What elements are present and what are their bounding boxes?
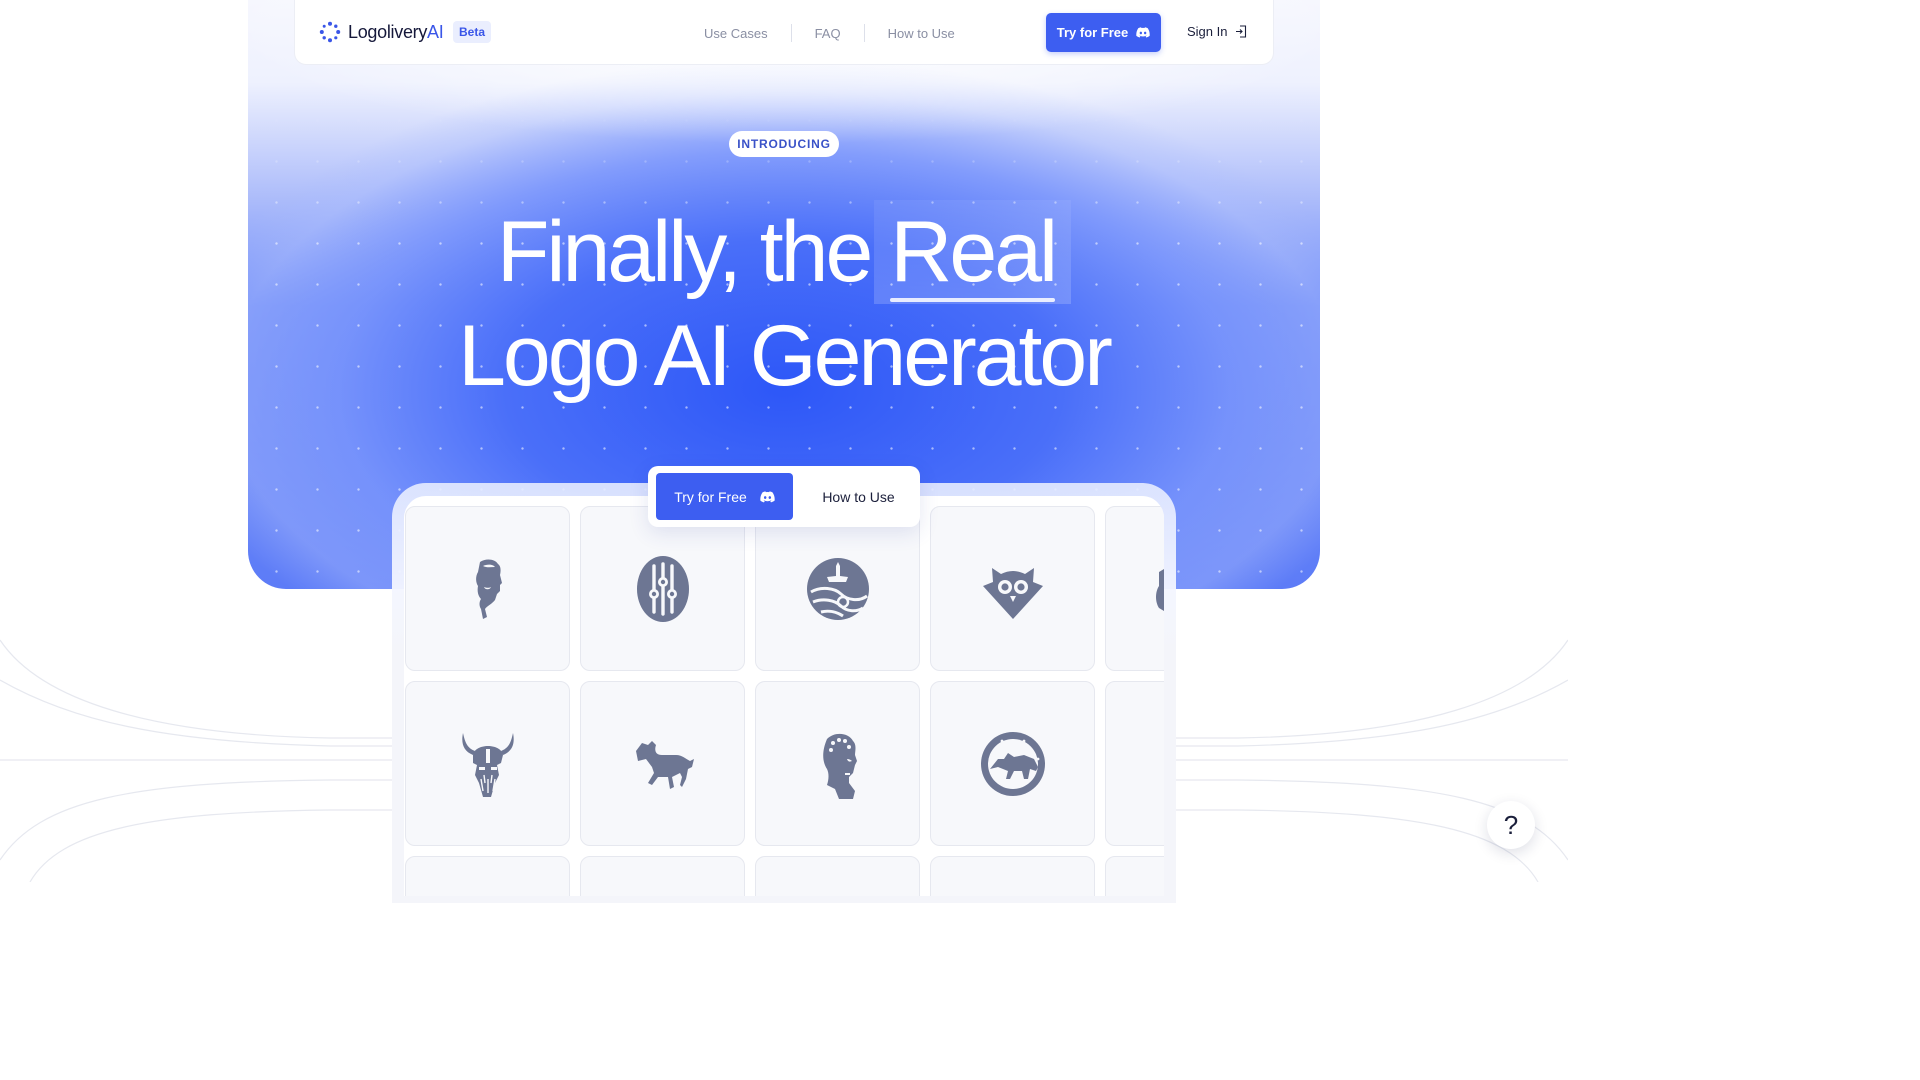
ship-wave-logo-icon xyxy=(806,557,869,620)
gallery-tile-partial-2[interactable] xyxy=(1105,681,1164,846)
owl-shield-logo-icon xyxy=(982,567,1043,619)
sign-in-icon xyxy=(1236,25,1247,38)
gallery-tile-tuning-knobs[interactable] xyxy=(580,506,745,671)
brand-logo[interactable]: LogoliveryAI xyxy=(319,21,444,43)
man-portrait-logo-icon xyxy=(475,559,502,619)
nav-link-how-to-use[interactable]: How to Use xyxy=(865,26,978,41)
logo-gallery xyxy=(404,496,1164,896)
gallery-tile-greek-bust[interactable] xyxy=(755,681,920,846)
dog-circle-logo-icon xyxy=(980,731,1045,796)
beta-badge: Beta xyxy=(453,21,492,43)
gallery-tile-viking-helmet[interactable] xyxy=(405,681,570,846)
nav-try-for-free-button[interactable]: Try for Free xyxy=(1046,13,1161,52)
gallery-tile-row3-2[interactable] xyxy=(580,856,745,896)
gallery-tile-partial[interactable] xyxy=(1105,506,1164,671)
gallery-tile-row3-3[interactable] xyxy=(755,856,920,896)
hero-title-highlight: Real xyxy=(874,200,1072,304)
discord-icon xyxy=(760,490,775,502)
viking-helmet-logo-icon xyxy=(461,732,514,797)
hero-try-label: Try for Free xyxy=(674,488,747,505)
gallery-tile-man-portrait[interactable] xyxy=(405,506,570,671)
gallery-tile-owl-shield[interactable] xyxy=(930,506,1095,671)
hero-title-line2: Logo AI Generator xyxy=(458,308,1113,404)
hero-try-for-free-button[interactable]: Try for Free xyxy=(656,473,793,520)
logo-mark-icon xyxy=(319,21,341,43)
cta-group: Try for Free How to Use xyxy=(648,466,920,527)
tuning-knobs-logo-icon xyxy=(636,555,689,622)
nav-links: Use Cases FAQ How to Use xyxy=(681,24,978,42)
horse-logo-icon xyxy=(635,740,694,789)
top-navbar: LogoliveryAI Beta Use Cases FAQ How to U… xyxy=(294,0,1274,65)
greek-bust-logo-icon xyxy=(822,733,857,799)
gallery-tile-horse[interactable] xyxy=(580,681,745,846)
discord-icon xyxy=(1136,27,1150,38)
hero-title-line1: Finally, the Real xyxy=(248,200,1320,304)
nav-try-label: Try for Free xyxy=(1056,25,1129,40)
partial-logo-icon xyxy=(1155,568,1164,611)
nav-link-use-cases[interactable]: Use Cases xyxy=(681,26,791,41)
gallery-tile-row3-5[interactable] xyxy=(1105,856,1164,896)
introducing-pill: INTRODUCING xyxy=(729,131,839,157)
brand-name: LogoliveryAI xyxy=(348,21,444,42)
gallery-tile-row3-1[interactable] xyxy=(405,856,570,896)
hero-how-to-use-button[interactable]: How to Use xyxy=(805,473,912,520)
gallery-tile-dog-circle[interactable] xyxy=(930,681,1095,846)
hero-title: Finally, the Real Logo AI Generator xyxy=(248,200,1320,408)
help-button[interactable]: ? xyxy=(1487,801,1535,849)
gallery-tile-row3-4[interactable] xyxy=(930,856,1095,896)
gallery-tile-ship-wave[interactable] xyxy=(755,506,920,671)
sign-in-link[interactable]: Sign In xyxy=(1187,24,1247,39)
nav-link-faq[interactable]: FAQ xyxy=(792,26,864,41)
sign-in-label: Sign In xyxy=(1187,24,1228,39)
